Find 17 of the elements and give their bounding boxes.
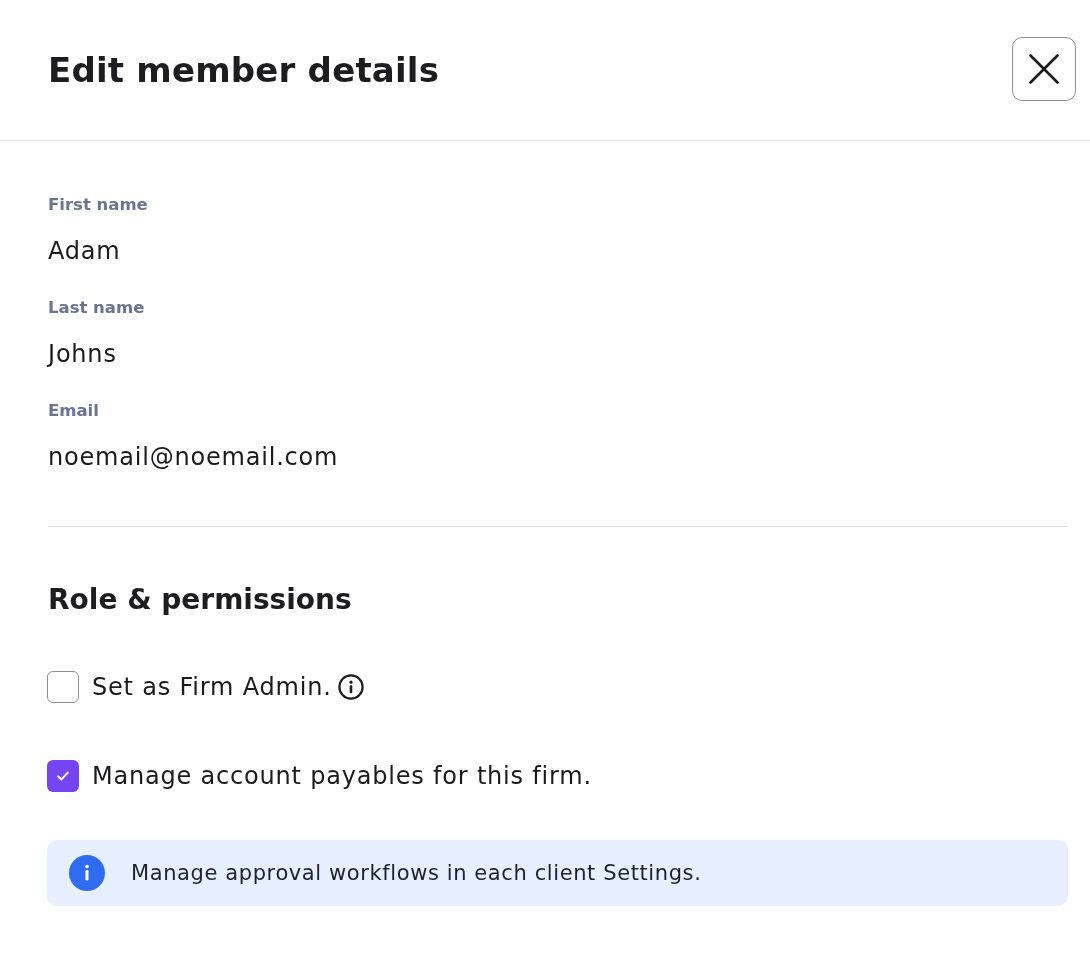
info-banner-text: Manage approval workflows in each client Settings.: [131, 860, 702, 887]
checkbox-label: Set as Firm Admin.: [92, 672, 332, 702]
section-title: Role & permissions: [48, 582, 352, 618]
close-button[interactable]: [1012, 37, 1076, 101]
field-value: noemail@noemail.com: [48, 442, 339, 472]
field-value: Adam: [48, 236, 121, 266]
field-label: First name: [48, 194, 148, 216]
checkbox[interactable]: [47, 671, 79, 703]
checkbox-label: Manage account payables for this firm.: [92, 761, 592, 791]
info-icon[interactable]: [337, 674, 364, 700]
dialog-title: Edit member details: [48, 49, 440, 91]
field-label: Email: [48, 400, 99, 422]
field-label: Last name: [48, 297, 145, 319]
close-icon: [1029, 54, 1059, 84]
checkbox[interactable]: [47, 760, 79, 792]
info-icon: [69, 855, 105, 891]
field-value: Johns: [48, 339, 117, 369]
